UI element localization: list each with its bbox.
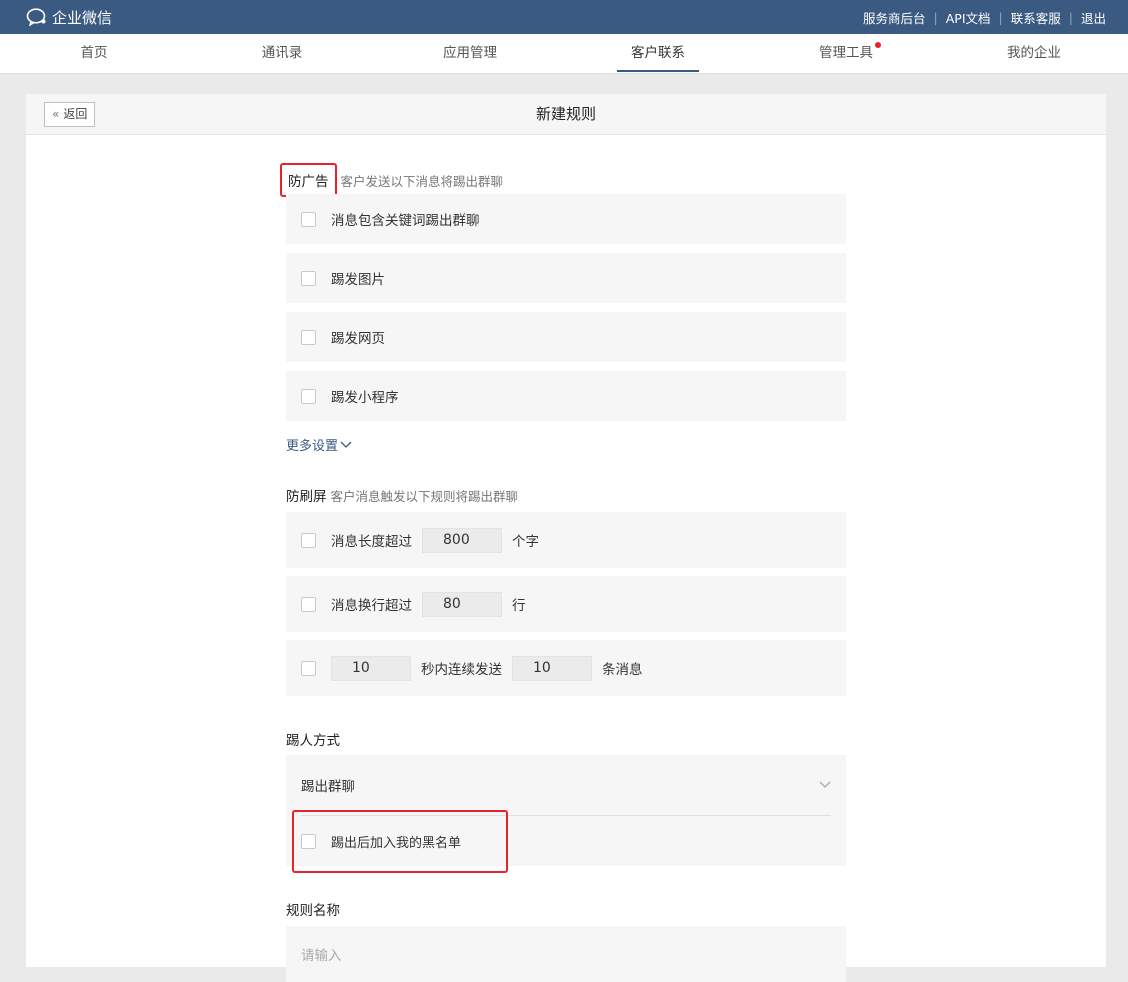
nav-my-company[interactable]: 我的企业 [940,34,1128,73]
link-partner-admin[interactable]: 服务商后台 [863,8,926,27]
rule-name-input[interactable]: 请输入 [286,926,846,982]
chevron-down-icon [819,781,831,788]
link-separator: | [998,9,1003,25]
option-length-limit[interactable]: 消息长度超过 800 个字 [286,512,846,568]
brand-name: 企业微信 [52,8,113,27]
anti-spam-desc: 客户消息触发以下规则将踢出群聊 [330,488,519,504]
burst-count-input[interactable]: 10 [512,655,592,681]
nav-apps[interactable]: 应用管理 [376,34,564,73]
main-nav: 首页 通讯录 应用管理 客户联系 管理工具 我的企业 [0,34,1128,74]
option-image-kick[interactable]: 踢发图片 [286,253,846,303]
kick-method-box: 踢出群聊 踢出后加入我的黑名单 [286,755,846,873]
checkbox[interactable] [301,211,316,227]
link-api-docs[interactable]: API文档 [946,8,991,27]
checkbox[interactable] [301,270,316,286]
highlight-box [292,810,508,873]
more-settings-link[interactable]: 更多设置 [286,435,352,454]
page-title: 新建规则 [535,105,596,123]
link-logout[interactable]: 退出 [1081,8,1106,27]
back-button[interactable]: « 返回 [44,102,96,127]
lines-limit-input[interactable]: 80 [422,591,502,617]
kick-method-title: 踢人方式 [286,733,340,749]
rule-name-title: 规则名称 [286,903,340,919]
anti-ad-desc: 客户发送以下消息将踢出群聊 [340,173,504,189]
link-support[interactable]: 联系客服 [1011,8,1061,27]
notification-dot [875,42,881,48]
anti-spam-section-title: 防刷屏 客户消息触发以下规则将踢出群聊 [286,485,519,506]
kick-method-select[interactable]: 踢出群聊 [286,755,846,815]
top-bar: 企业微信 服务商后台 | API文档 | 联系客服 | 退出 [0,0,1128,34]
nav-admin-tools[interactable]: 管理工具 [752,34,940,73]
checkbox[interactable] [301,388,316,404]
nav-customer-contact[interactable]: 客户联系 [564,34,752,73]
option-webpage-kick[interactable]: 踢发网页 [286,312,846,362]
option-miniprogram-kick[interactable]: 踢发小程序 [286,371,846,421]
wecom-logo-icon [26,8,46,26]
content-panel: « 返回 新建规则 防广告 客户发送以下消息将踢出群聊 消息包含关键词踢出群聊 … [26,94,1106,982]
checkbox[interactable] [301,532,316,548]
nav-home[interactable]: 首页 [0,34,188,73]
checkbox[interactable] [301,329,316,345]
nav-contacts[interactable]: 通讯录 [188,34,376,73]
link-separator: | [933,9,938,25]
panel-header: « 返回 新建规则 [26,94,1106,135]
link-separator: | [1068,9,1073,25]
brand[interactable]: 企业微信 [26,7,112,28]
anti-ad-title: 防广告 [280,163,337,197]
length-limit-input[interactable]: 800 [422,527,502,553]
option-keyword-kick[interactable]: 消息包含关键词踢出群聊 [286,194,846,244]
double-chevron-left-icon: « [52,107,60,121]
checkbox[interactable] [301,660,316,676]
kick-method-value: 踢出群聊 [301,779,355,795]
anti-ad-section-title: 防广告 客户发送以下消息将踢出群聊 [280,163,504,197]
chevron-down-icon [340,441,352,448]
checkbox[interactable] [301,596,316,612]
anti-spam-title: 防刷屏 [286,489,327,505]
top-links: 服务商后台 | API文档 | 联系客服 | 退出 [863,8,1106,27]
option-burst-limit[interactable]: 10 秒内连续发送 10 条消息 [286,640,846,696]
burst-seconds-input[interactable]: 10 [331,655,411,681]
option-lines-limit[interactable]: 消息换行超过 80 行 [286,576,846,632]
